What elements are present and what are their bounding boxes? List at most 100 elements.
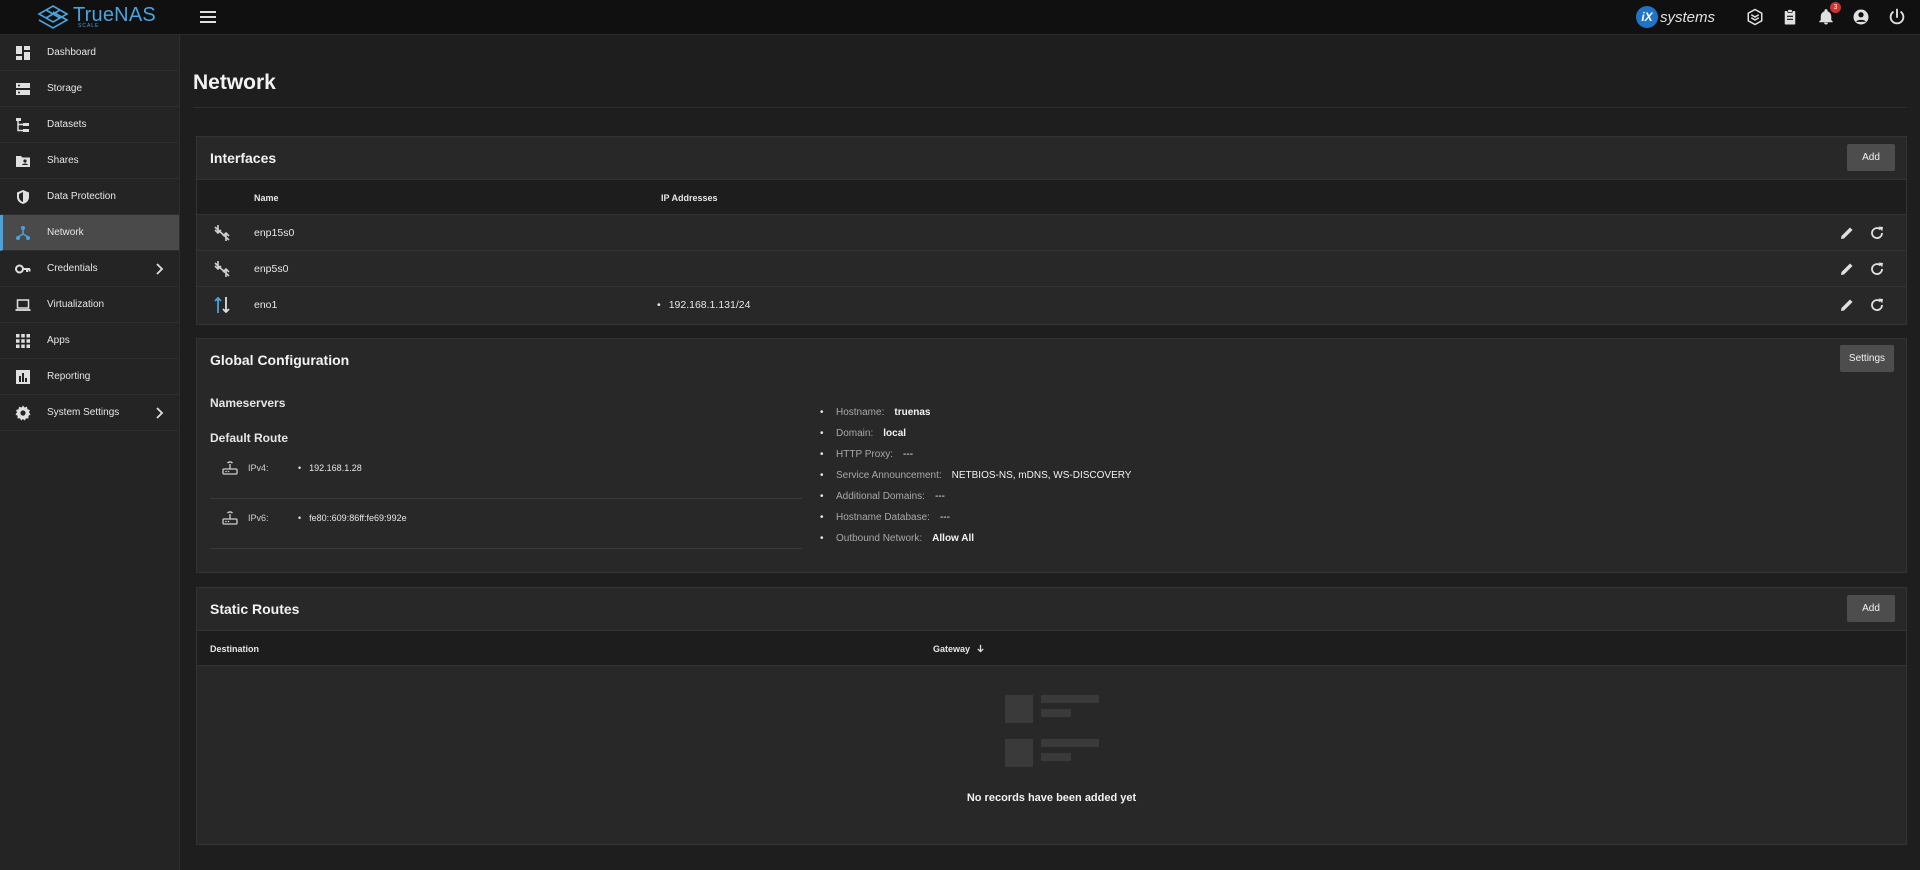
apps-grid-icon — [16, 334, 30, 348]
sidebar-item-label: Shares — [47, 155, 79, 166]
outbound-network-item: Outbound Network: Allow All — [820, 533, 1131, 554]
hostname-database-item: Hostname Database: --- — [820, 512, 1131, 533]
default-route-heading: Default Route — [210, 431, 288, 445]
hostname-value: truenas — [894, 407, 931, 418]
ix-badge: iX — [1636, 6, 1658, 28]
sidebar-item-credentials[interactable]: Credentials — [0, 251, 179, 287]
truenas-logo[interactable]: TrueNAS SCALE — [37, 4, 156, 30]
additional-domains-value: --- — [934, 491, 945, 502]
sidebar: Dashboard Storage Datasets Shares Data P… — [0, 35, 180, 870]
default-route-ipv6-row: IPv6: fe80::609:86ff:fe69:992e — [210, 499, 802, 549]
link-down-icon — [214, 225, 230, 241]
hostname-database-label: Hostname Database: — [836, 512, 930, 523]
dashboard-icon — [16, 46, 30, 60]
sidebar-item-virtualization[interactable]: Virtualization — [0, 287, 179, 323]
chart-icon — [16, 370, 30, 384]
interface-name: eno1 — [254, 299, 278, 311]
empty-state-message: No records have been added yet — [966, 792, 1137, 804]
domain-value: local — [883, 428, 907, 439]
http-proxy-item: HTTP Proxy: --- — [820, 449, 1131, 470]
outbound-network-label: Outbound Network: — [836, 533, 923, 544]
nameservers-heading: Nameservers — [210, 396, 286, 410]
sidebar-item-dashboard[interactable]: Dashboard — [0, 35, 179, 71]
ix-systems-text: systems — [1660, 8, 1716, 26]
ix-systems-logo[interactable]: iX systems — [1636, 6, 1715, 28]
sidebar-item-system-settings[interactable]: System Settings — [0, 395, 179, 431]
reset-refresh-icon[interactable] — [1869, 261, 1885, 277]
ipv4-gateway-value: 192.168.1.28 — [298, 463, 362, 473]
shares-icon — [16, 156, 30, 167]
domain-label: Domain: — [836, 428, 874, 439]
sidebar-item-label: Dashboard — [47, 47, 96, 58]
sidebar-item-label: Storage — [47, 83, 83, 94]
global-configuration-card: Global Configuration Settings Nameserver… — [196, 338, 1907, 573]
column-header-name[interactable]: Name — [254, 193, 279, 203]
table-row[interactable]: eno1 192.168.1.131/24 — [197, 287, 1906, 323]
menu-toggle-icon[interactable] — [200, 11, 216, 23]
router-icon — [222, 511, 238, 525]
additional-domains-item: Additional Domains: --- — [820, 491, 1131, 512]
power-icon[interactable] — [1888, 8, 1906, 26]
top-bar: TrueNAS SCALE iX systems 3 — [0, 0, 1920, 35]
page-title: Network — [193, 71, 276, 94]
service-announcement-label: Service Announcement: — [836, 470, 942, 481]
notifications-button[interactable]: 3 — [1817, 2, 1841, 26]
sidebar-item-label: Virtualization — [47, 299, 105, 310]
column-header-ip-addresses[interactable]: IP Addresses — [661, 193, 718, 203]
default-route-ipv4-row: IPv4: 192.168.1.28 — [210, 449, 802, 499]
interface-ip-address: 192.168.1.131/24 — [657, 299, 751, 311]
sidebar-item-label: Data Protection — [47, 191, 116, 202]
gateway-header-label: Gateway — [933, 644, 971, 654]
sidebar-item-apps[interactable]: Apps — [0, 323, 179, 359]
hostname-label: Hostname: — [836, 407, 885, 418]
jobs-clipboard-icon[interactable] — [1781, 8, 1799, 26]
add-static-route-button[interactable]: Add — [1847, 595, 1895, 622]
service-announcement-value: NETBIOS-NS, mDNS, WS-DISCOVERY — [951, 470, 1132, 481]
key-icon — [15, 264, 31, 274]
reset-refresh-icon[interactable] — [1869, 297, 1885, 313]
account-icon[interactable] — [1852, 8, 1870, 26]
interfaces-table-header: Name IP Addresses — [197, 179, 1906, 215]
sidebar-item-label: Datasets — [47, 119, 87, 130]
table-row[interactable]: enp5s0 — [197, 251, 1906, 287]
ipv6-label: IPv6: — [248, 513, 269, 523]
title-divider — [193, 107, 1907, 108]
chevron-right-icon — [156, 263, 164, 275]
router-icon — [222, 461, 238, 475]
global-configuration-title: Global Configuration — [210, 352, 350, 368]
interfaces-title: Interfaces — [210, 150, 277, 166]
http-proxy-label: HTTP Proxy: — [836, 449, 894, 460]
sidebar-item-storage[interactable]: Storage — [0, 71, 179, 107]
edit-pencil-icon[interactable] — [1839, 225, 1855, 241]
sidebar-item-label: Reporting — [47, 371, 91, 382]
hostname-item: Hostname: truenas — [820, 407, 1131, 428]
sidebar-item-data-protection[interactable]: Data Protection — [0, 179, 179, 215]
edit-pencil-icon[interactable] — [1839, 297, 1855, 313]
sort-arrow-down-icon — [976, 644, 984, 653]
gear-icon — [15, 405, 31, 421]
reset-refresh-icon[interactable] — [1869, 225, 1885, 241]
sidebar-item-reporting[interactable]: Reporting — [0, 359, 179, 395]
sidebar-item-datasets[interactable]: Datasets — [0, 107, 179, 143]
link-up-icon — [214, 296, 230, 314]
hostname-database-value: --- — [939, 512, 950, 523]
global-settings-list: Hostname: truenas Domain: local HTTP Proxy… — [820, 407, 1131, 554]
ipv6-gateway-value: fe80::609:86ff:fe69:992e — [298, 513, 406, 523]
network-icon — [16, 226, 30, 240]
http-proxy-value: --- — [903, 449, 914, 460]
column-header-destination[interactable]: Destination — [210, 644, 259, 654]
service-announcement-item: Service Announcement: NETBIOS-NS, mDNS, W… — [820, 470, 1131, 491]
truecommand-icon[interactable] — [1746, 8, 1764, 26]
add-interface-button[interactable]: Add — [1847, 144, 1895, 171]
column-header-gateway[interactable]: Gateway — [933, 644, 985, 654]
sidebar-item-network[interactable]: Network — [0, 215, 179, 251]
table-row[interactable]: enp15s0 — [197, 215, 1906, 251]
settings-button[interactable]: Settings — [1840, 345, 1894, 372]
outbound-network-value: Allow All — [932, 533, 975, 544]
notification-count-badge: 3 — [1830, 2, 1841, 13]
static-routes-title: Static Routes — [210, 601, 300, 617]
edit-pencil-icon[interactable] — [1839, 261, 1855, 277]
sidebar-item-label: Apps — [47, 335, 70, 346]
laptop-icon — [15, 299, 31, 311]
sidebar-item-shares[interactable]: Shares — [0, 143, 179, 179]
